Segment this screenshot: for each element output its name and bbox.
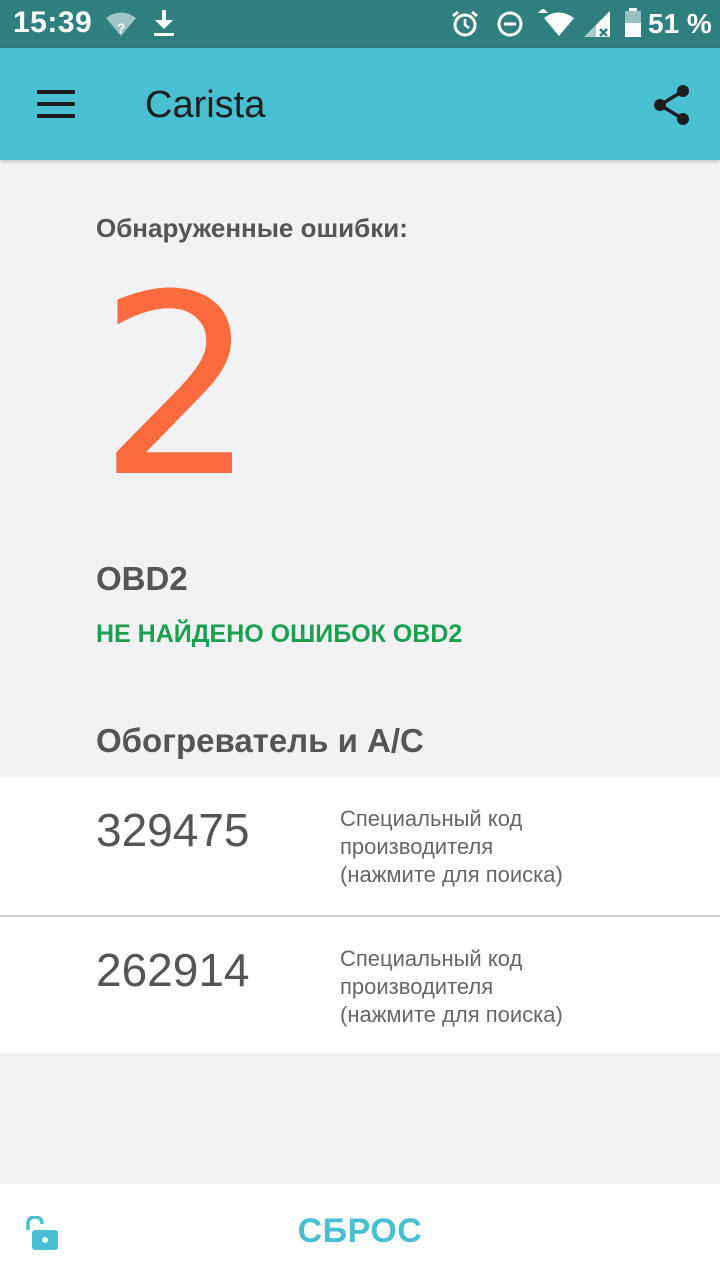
share-button[interactable] — [648, 81, 696, 129]
unlock-icon — [26, 1215, 58, 1250]
alarm-icon — [450, 9, 480, 44]
obd-section-heading: OBD2 — [96, 560, 188, 597]
app-title: Carista — [145, 84, 266, 126]
wifi-icon — [536, 8, 580, 44]
detected-errors-count: 2 — [98, 241, 258, 532]
error-code-list: 329475 Специальный код производителя (на… — [0, 777, 720, 1053]
error-code-value: 262914 — [96, 944, 250, 996]
heater-ac-section-heading: Обогреватель и A/C — [96, 722, 424, 759]
error-code-value: 329475 — [96, 804, 250, 856]
bottom-bar: СБРОС — [0, 1184, 720, 1280]
share-icon — [654, 85, 689, 125]
do-not-disturb-icon — [495, 9, 525, 44]
status-time: 15:39 — [13, 6, 93, 39]
battery-icon — [624, 8, 642, 43]
signal-icon — [582, 9, 614, 44]
error-code-row[interactable]: 329475 Специальный код производителя (на… — [0, 777, 720, 915]
obd-status: НЕ НАЙДЕНО ОШИБОК OBD2 — [96, 620, 463, 648]
status-bar: 15:39 ? 51 % — [0, 0, 720, 48]
detected-errors-label: Обнаруженные ошибки: — [96, 213, 408, 243]
hamburger-menu-icon — [37, 90, 75, 94]
lock-button[interactable] — [24, 1215, 60, 1252]
error-code-description: Специальный код производителя (нажмите д… — [340, 946, 563, 1027]
error-code-description: Специальный код производителя (нажмите д… — [340, 806, 563, 887]
download-icon — [152, 8, 176, 43]
menu-button[interactable] — [28, 84, 84, 124]
battery-percent: 51 % — [648, 8, 712, 39]
wifi-question-icon: ? — [104, 10, 138, 43]
error-code-row[interactable]: 262914 Специальный код производителя (на… — [0, 915, 720, 1053]
app-bar: Carista — [0, 48, 720, 160]
svg-text:?: ? — [117, 20, 126, 36]
reset-button[interactable]: СБРОС — [0, 1212, 720, 1251]
